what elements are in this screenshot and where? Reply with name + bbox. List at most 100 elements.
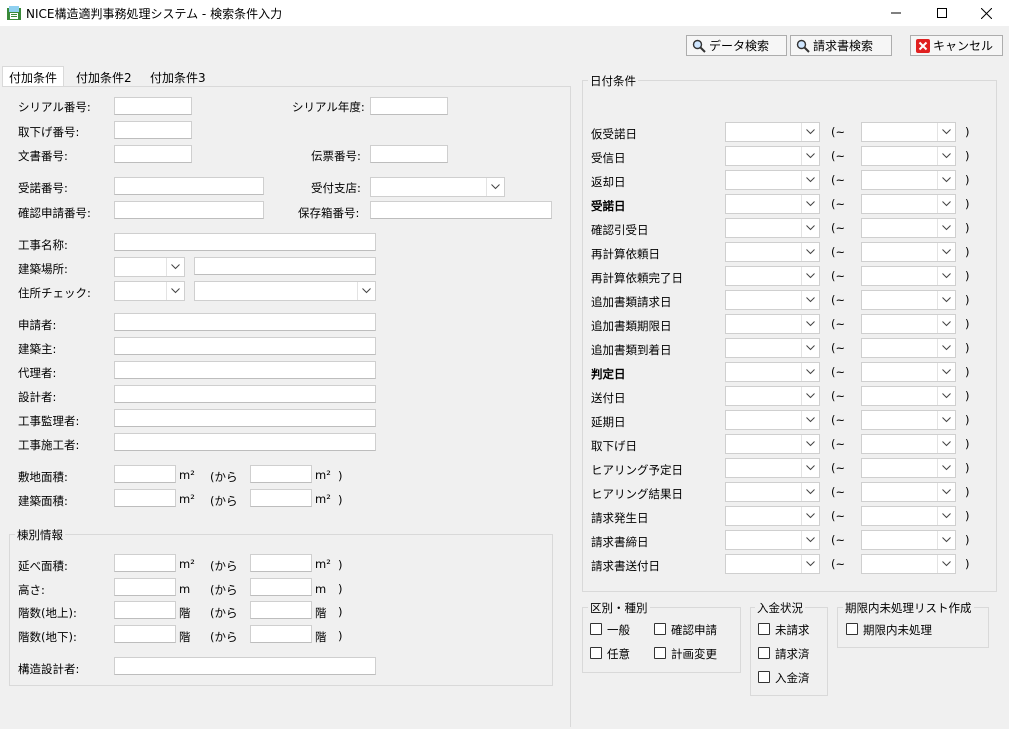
date-from-select[interactable]	[725, 146, 820, 166]
accept-branch-select[interactable]	[370, 177, 505, 197]
date-to-select[interactable]	[861, 266, 956, 286]
date-to-select[interactable]	[861, 314, 956, 334]
date-range-close-paren: )	[965, 389, 970, 403]
maximize-button[interactable]	[919, 0, 965, 26]
chevron-down-icon	[801, 243, 819, 261]
minimize-button[interactable]	[873, 0, 919, 26]
contractor-input[interactable]	[114, 433, 376, 451]
date-to-select[interactable]	[861, 338, 956, 358]
date-from-select[interactable]	[725, 386, 820, 406]
date-to-select[interactable]	[861, 482, 956, 502]
date-from-select[interactable]	[725, 266, 820, 286]
date-from-select[interactable]	[725, 194, 820, 214]
tab-additional-1[interactable]: 付加条件	[2, 66, 65, 87]
floor-area-from-input[interactable]	[114, 554, 176, 572]
site-area-from-input[interactable]	[114, 465, 176, 483]
date-from-select[interactable]	[725, 338, 820, 358]
date-from-select[interactable]	[725, 530, 820, 550]
date-from-select[interactable]	[725, 314, 820, 334]
confirm-apply-checkbox[interactable]	[654, 623, 666, 635]
date-from-select[interactable]	[725, 122, 820, 142]
date-to-select[interactable]	[861, 362, 956, 382]
slip-no-input[interactable]	[370, 145, 448, 163]
overdue-checkbox[interactable]	[846, 623, 858, 635]
date-row-label: 取下げ日	[591, 439, 637, 453]
struct-designer-input[interactable]	[114, 657, 376, 675]
tab-additional-3[interactable]: 付加条件3	[144, 67, 212, 87]
date-to-select[interactable]	[861, 410, 956, 430]
date-from-select[interactable]	[725, 506, 820, 526]
designer-input[interactable]	[114, 385, 376, 403]
date-to-select[interactable]	[861, 170, 956, 190]
general-checkbox[interactable]	[590, 623, 602, 635]
date-to-select[interactable]	[861, 218, 956, 238]
date-to-select[interactable]	[861, 434, 956, 454]
date-from-select[interactable]	[725, 410, 820, 430]
floors-below-from-input[interactable]	[114, 625, 176, 643]
supervisor-input[interactable]	[114, 409, 376, 427]
storage-no-input[interactable]	[370, 201, 552, 219]
date-to-select[interactable]	[861, 290, 956, 310]
unit-m: m	[315, 582, 327, 596]
date-row-label: 請求書締日	[591, 535, 649, 549]
build-place-pref-select[interactable]	[114, 257, 185, 277]
date-to-select[interactable]	[861, 194, 956, 214]
optional-checkbox[interactable]	[590, 647, 602, 659]
invoice-search-button[interactable]: 請求書検索	[790, 35, 892, 56]
date-to-select[interactable]	[861, 554, 956, 574]
build-place-input[interactable]	[194, 257, 376, 275]
date-to-select[interactable]	[861, 458, 956, 478]
floors-below-to-input[interactable]	[250, 625, 312, 643]
tab-additional-2[interactable]: 付加条件2	[70, 67, 138, 87]
address-check-select-2[interactable]	[194, 281, 376, 301]
date-row-label: 判定日	[591, 367, 626, 381]
build-area-from-input[interactable]	[114, 489, 176, 507]
build-area-to-input[interactable]	[250, 489, 312, 507]
cancel-button[interactable]: キャンセル	[910, 35, 1003, 56]
unbilled-checkbox[interactable]	[758, 623, 770, 635]
owner-input[interactable]	[114, 337, 376, 355]
date-row-label: 確認引受日	[591, 223, 649, 237]
data-search-button[interactable]: データ検索	[686, 35, 787, 56]
confirm-no-input[interactable]	[114, 201, 264, 219]
accept-no-input[interactable]	[114, 177, 264, 195]
address-check-select-1[interactable]	[114, 281, 185, 301]
date-from-select[interactable]	[725, 482, 820, 502]
date-from-select[interactable]	[725, 434, 820, 454]
agent-input[interactable]	[114, 361, 376, 379]
height-to-input[interactable]	[250, 578, 312, 596]
billed-checkbox[interactable]	[758, 647, 770, 659]
serial-no-input[interactable]	[114, 97, 192, 115]
date-from-select[interactable]	[725, 218, 820, 238]
close-button[interactable]	[963, 0, 1009, 26]
date-from-select[interactable]	[725, 458, 820, 478]
floors-above-to-input[interactable]	[250, 601, 312, 619]
date-to-select[interactable]	[861, 242, 956, 262]
date-from-select[interactable]	[725, 242, 820, 262]
date-from-select[interactable]	[725, 554, 820, 574]
date-to-select[interactable]	[861, 122, 956, 142]
date-from-select[interactable]	[725, 362, 820, 382]
floor-area-to-input[interactable]	[250, 554, 312, 572]
work-name-input[interactable]	[114, 233, 376, 251]
date-to-select[interactable]	[861, 146, 956, 166]
date-range-close-paren: )	[965, 413, 970, 427]
floors-above-from-input[interactable]	[114, 601, 176, 619]
from-label: (から	[210, 559, 238, 573]
date-from-select[interactable]	[725, 170, 820, 190]
site-area-to-input[interactable]	[250, 465, 312, 483]
date-to-select[interactable]	[861, 530, 956, 550]
overdue-title: 期限内未処理リスト作成	[843, 600, 974, 616]
withdraw-no-input[interactable]	[114, 121, 192, 139]
date-to-select[interactable]	[861, 506, 956, 526]
date-to-select[interactable]	[861, 386, 956, 406]
chevron-down-icon	[937, 291, 955, 309]
plan-change-checkbox[interactable]	[654, 647, 666, 659]
doc-no-input[interactable]	[114, 145, 192, 163]
date-from-select[interactable]	[725, 290, 820, 310]
serial-year-input[interactable]	[370, 97, 448, 115]
applicant-input[interactable]	[114, 313, 376, 331]
height-from-input[interactable]	[114, 578, 176, 596]
chevron-down-icon	[486, 178, 504, 196]
paid-checkbox[interactable]	[758, 671, 770, 683]
